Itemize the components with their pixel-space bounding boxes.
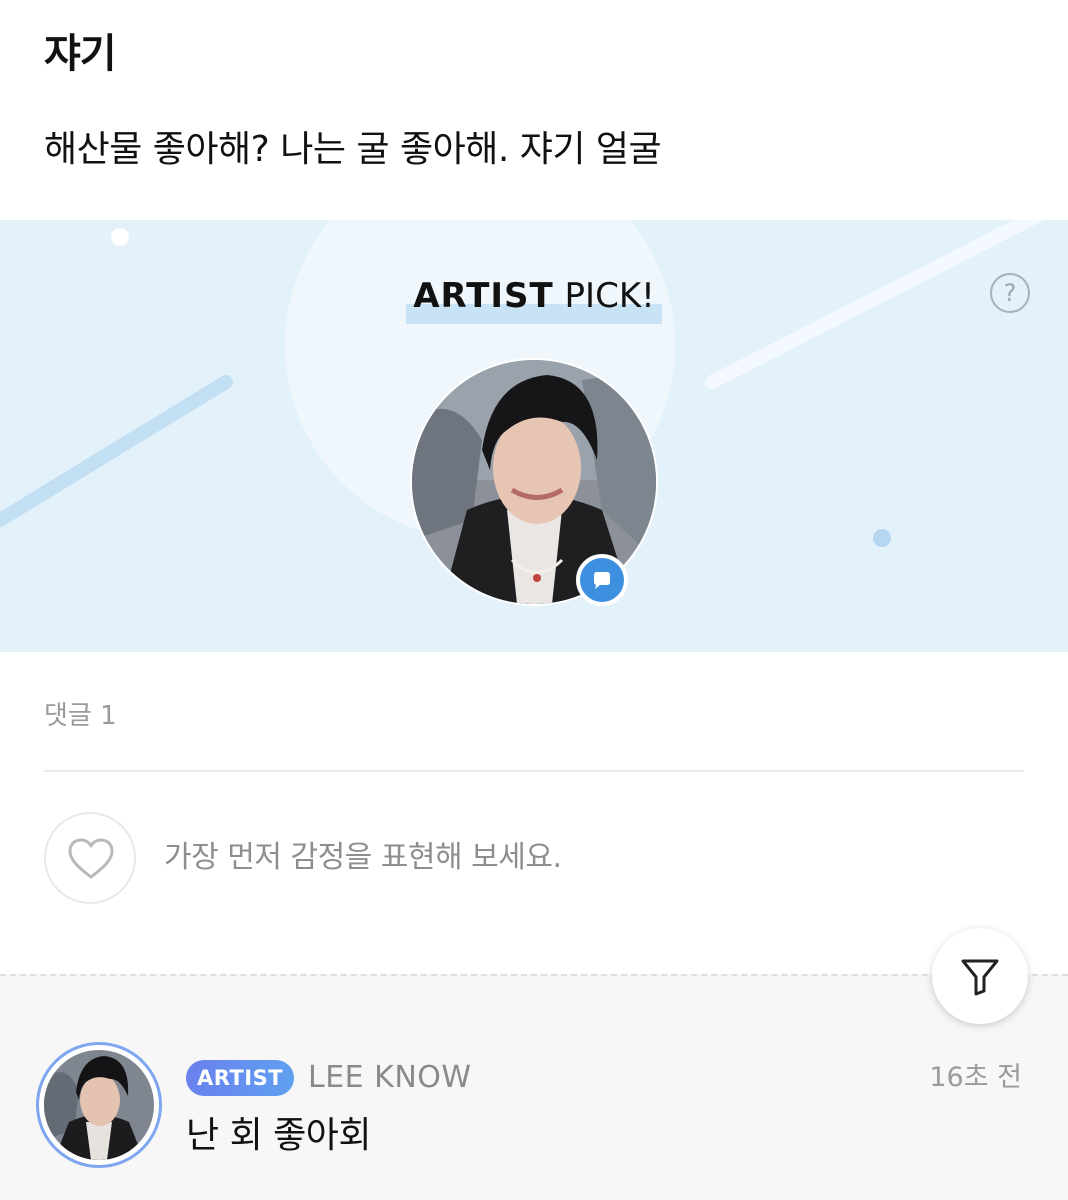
avatar-image [44,1050,154,1160]
artist-pick-title: ARTIST PICK! [406,276,662,324]
question-circle-icon[interactable]: ? [990,273,1030,313]
artist-pick-title-rest: PICK! [553,276,655,316]
comment-text: 난 회 좋아회 [186,1115,372,1156]
comments-list [0,974,1068,1200]
speech-bubble-icon [576,554,628,606]
filter-button[interactable] [932,928,1028,1024]
avatar[interactable] [36,1042,162,1168]
artist-pick-title-bold: ARTIST [413,276,554,316]
artist-tag: ARTIST [186,1060,294,1096]
comment-author[interactable]: LEE KNOW [308,1058,472,1098]
funnel-icon [961,959,999,996]
like-prompt[interactable]: 가장 먼저 감정을 표현해 보세요. [164,838,562,878]
like-button[interactable] [44,812,136,904]
divider [44,770,1024,772]
heart-outline-icon [68,838,114,879]
comment-count: 댓글 1 [44,701,117,731]
artist-pick-banner: ARTIST PICK! ? [0,220,1068,652]
post-body: 해산물 좋아해? 나는 굴 좋아해. 쟈기 얼굴 [44,129,662,170]
post-title: 쟈기 [44,31,117,77]
comment-time: 16초 전 [929,1062,1022,1093]
